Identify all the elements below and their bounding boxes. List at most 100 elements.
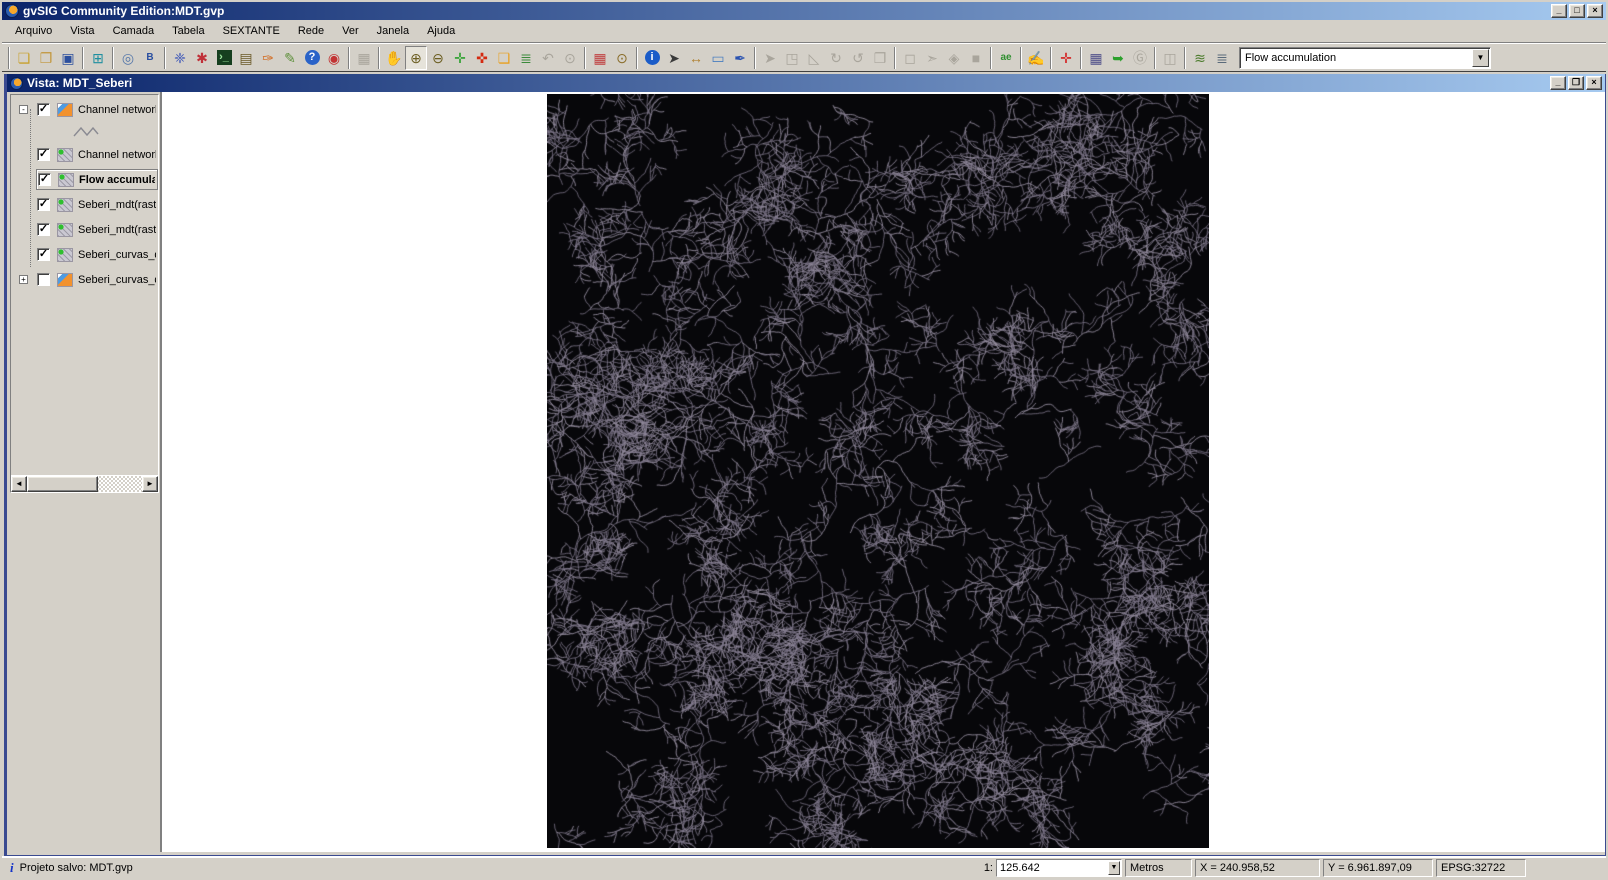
scroll-track[interactable] [27, 476, 142, 492]
menu-ajuda[interactable]: Ajuda [418, 22, 464, 40]
collapse-icon[interactable]: - [19, 105, 28, 114]
layer-row[interactable]: ✓ Channel network [11, 142, 158, 167]
layer-row[interactable]: ✓ Seberi_mdt(raste [11, 217, 158, 242]
layer-selector-combo[interactable]: Flow accumulation ▼ [1239, 46, 1491, 69]
toolbar-separator [8, 46, 10, 69]
view-close-button[interactable]: × [1586, 76, 1602, 90]
toolbar-separator [112, 46, 114, 69]
map-view[interactable] [162, 92, 1605, 852]
georeferencing-button: Ⓖ [1129, 46, 1151, 70]
scale-combo[interactable]: 125.642 ▼ [996, 859, 1122, 877]
measure-area-button[interactable]: ▭ [707, 46, 729, 70]
menu-rede[interactable]: Rede [289, 22, 333, 40]
menu-vista[interactable]: Vista [61, 22, 103, 40]
layer-label[interactable]: Channel network- [78, 104, 156, 116]
menu-ver[interactable]: Ver [333, 22, 368, 40]
view-restore-button[interactable]: ❐ [1568, 76, 1584, 90]
scale-dropdown-icon[interactable]: ▼ [1108, 861, 1120, 875]
scroll-left-button[interactable]: ◄ [11, 476, 27, 492]
view-minimize-button[interactable]: _ [1550, 76, 1566, 90]
layer-visibility-checkbox[interactable]: ✓ [37, 103, 50, 116]
sextante-picker-icon: ✑ [262, 49, 274, 66]
menu-janela[interactable]: Janela [368, 22, 418, 40]
search-by-attribute-button[interactable]: B [139, 46, 161, 70]
scroll-right-button[interactable]: ► [142, 476, 158, 492]
toolbar-separator [1050, 46, 1052, 69]
rotate-tool-button: ↻ [825, 46, 847, 70]
layer-visibility-checkbox[interactable]: ✓ [38, 173, 51, 186]
info-tool-icon: i [644, 50, 660, 65]
sextante-data-explorer-button[interactable]: ▤ [235, 46, 257, 70]
info-cursor-button[interactable]: ➤ [663, 46, 685, 70]
sextante-models-button[interactable]: ✱ [191, 46, 213, 70]
close-button[interactable]: × [1587, 4, 1603, 18]
layer-visibility-checkbox[interactable] [37, 273, 50, 286]
expand-icon[interactable]: + [19, 275, 28, 284]
layer-label[interactable]: Seberi_curvas_de [78, 274, 156, 286]
sextante-results-button[interactable]: ✎ [279, 46, 301, 70]
zoom-manager-button[interactable]: ⊙ [611, 46, 633, 70]
layer-selector-dropdown-icon[interactable]: ▼ [1472, 48, 1489, 67]
toolbar-separator [1154, 46, 1156, 69]
add-view-button[interactable]: ⊞ [87, 46, 109, 70]
raster-properties-button[interactable]: ▦ [1085, 46, 1107, 70]
zoom-fit-extent-button[interactable]: ✛ [449, 46, 471, 70]
menu-sextante[interactable]: SEXTANTE [214, 22, 289, 40]
zoom-previous-button[interactable]: ❏ [493, 46, 515, 70]
zoom-full-extent-button[interactable]: ✜ [471, 46, 493, 70]
view-titlebar[interactable]: Vista: MDT_Seberi _ ❐ × [7, 74, 1605, 92]
select-rectangle-button: ◳ [781, 46, 803, 70]
info-tool-button[interactable]: i [641, 46, 663, 70]
layer-visibility-icon: ≋ [1194, 49, 1206, 66]
layer-visibility-checkbox[interactable]: ✓ [37, 248, 50, 261]
menu-arquivo[interactable]: Arquivo [6, 22, 61, 40]
sextante-picker-button[interactable]: ✑ [257, 46, 279, 70]
pan-tool-icon: ✋ [385, 49, 403, 66]
layer-visibility-button[interactable]: ≋ [1189, 46, 1211, 70]
toolbar-separator [378, 46, 380, 69]
layer-row[interactable]: ✓ Seberi_mdt(raste [11, 192, 158, 217]
sextante-console-button[interactable]: ›_ [213, 46, 235, 70]
layer-visibility-checkbox[interactable]: ✓ [37, 223, 50, 236]
annotation-letters-button[interactable]: ae [995, 46, 1017, 70]
sextante-help-button[interactable]: ? [301, 46, 323, 70]
zoom-to-layer-button[interactable]: ≣ [515, 46, 537, 70]
layer-visibility-checkbox[interactable]: ✓ [37, 198, 50, 211]
toc-horizontal-scrollbar[interactable]: ◄ ► [11, 475, 158, 492]
layer-label[interactable]: Channel network [78, 149, 156, 161]
layer-order-list-button[interactable]: ≣ [1211, 46, 1233, 70]
layer-row[interactable]: ✓ Flow accumula [11, 167, 158, 192]
measure-distance-button[interactable]: ↔ [685, 46, 707, 70]
zoom-in-button[interactable]: ⊕ [405, 45, 427, 70]
locator-map-button[interactable]: ▦ [589, 46, 611, 70]
centroid-tool-button[interactable]: ✛ [1055, 46, 1077, 70]
scale-value: 125.642 [1000, 862, 1040, 874]
clear-annotation-button[interactable]: ✍ [1025, 46, 1047, 70]
zoom-out-button[interactable]: ⊖ [427, 46, 449, 70]
document-preview-button[interactable]: ◎ [117, 46, 139, 70]
layer-row[interactable]: ✓ Seberi_curvas_de [11, 242, 158, 267]
menu-camada[interactable]: Camada [104, 22, 164, 40]
layer-label[interactable]: Seberi_mdt(raste [78, 224, 156, 236]
open-project-button[interactable]: ❐ [35, 46, 57, 70]
menu-tabela[interactable]: Tabela [163, 22, 213, 40]
hyperlink-button[interactable]: ✒ [729, 46, 751, 70]
pan-tool-button[interactable]: ✋ [383, 46, 405, 70]
layer-row[interactable]: + Seberi_curvas_de [11, 267, 158, 292]
sextante-toolbox-button[interactable]: ❈ [169, 46, 191, 70]
raster-layer-icon [58, 172, 74, 187]
scroll-thumb[interactable] [27, 476, 99, 492]
save-project-button[interactable]: ▣ [57, 46, 79, 70]
maximize-button[interactable]: □ [1569, 4, 1585, 18]
layer-row[interactable]: - ✓ Channel network- [11, 97, 158, 122]
new-document-button[interactable]: ❏ [13, 46, 35, 70]
layer-label[interactable]: Seberi_mdt(raste [78, 199, 156, 211]
layer-visibility-checkbox[interactable]: ✓ [37, 148, 50, 161]
sextante-record-button[interactable]: ◉ [323, 46, 345, 70]
flow-accumulation-raster[interactable] [547, 94, 1209, 848]
layer-label[interactable]: Flow accumula [79, 174, 155, 186]
layer-label[interactable]: Seberi_curvas_de [78, 249, 156, 261]
view-title: Vista: MDT_Seberi [27, 76, 133, 90]
minimize-button[interactable]: _ [1551, 4, 1567, 18]
raster-export-button[interactable]: ➥ [1107, 46, 1129, 70]
